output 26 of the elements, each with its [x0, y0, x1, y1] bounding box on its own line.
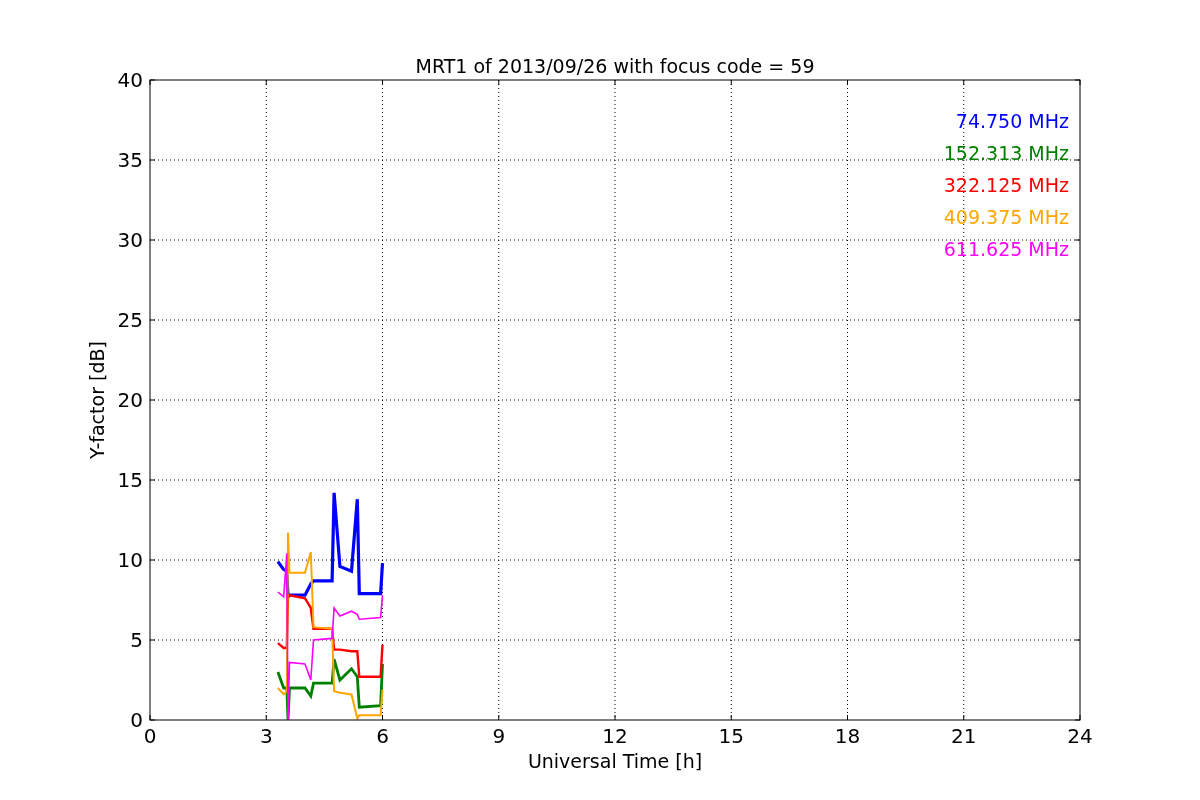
legend-label: 152.313 MHz: [943, 142, 1069, 164]
y-tick-label: 30: [117, 228, 143, 252]
y-tick-label: 25: [117, 308, 143, 332]
x-tick-label: 15: [718, 724, 744, 748]
x-tick-label: 9: [492, 724, 506, 748]
x-tick-label: 21: [951, 724, 977, 748]
y-tick-label: 20: [117, 388, 143, 412]
legend-label: 74.750 MHz: [955, 110, 1069, 132]
y-tick-label: 15: [117, 468, 143, 492]
legend-label: 409.375 MHz: [943, 206, 1069, 228]
y-tick-label: 10: [117, 548, 143, 572]
x-tick-label: 0: [143, 724, 157, 748]
legend-label: 611.625 MHz: [943, 238, 1069, 260]
x-tick-label: 3: [259, 724, 273, 748]
y-tick-label: 40: [117, 68, 143, 92]
y-axis-label: Y-factor [dB]: [86, 341, 108, 459]
x-tick-label: 18: [834, 724, 861, 748]
legend-label: 322.125 MHz: [943, 174, 1069, 196]
y-tick-label: 0: [130, 708, 143, 732]
x-tick-label: 6: [376, 724, 389, 748]
chart-title: MRT1 of 2013/09/26 with focus code = 59: [415, 55, 815, 77]
x-tick-label: 12: [602, 724, 628, 748]
x-axis-label: Universal Time [h]: [527, 750, 703, 772]
y-tick-label: 5: [130, 628, 143, 652]
x-tick-label: 24: [1067, 724, 1093, 748]
y-tick-label: 35: [117, 148, 143, 172]
